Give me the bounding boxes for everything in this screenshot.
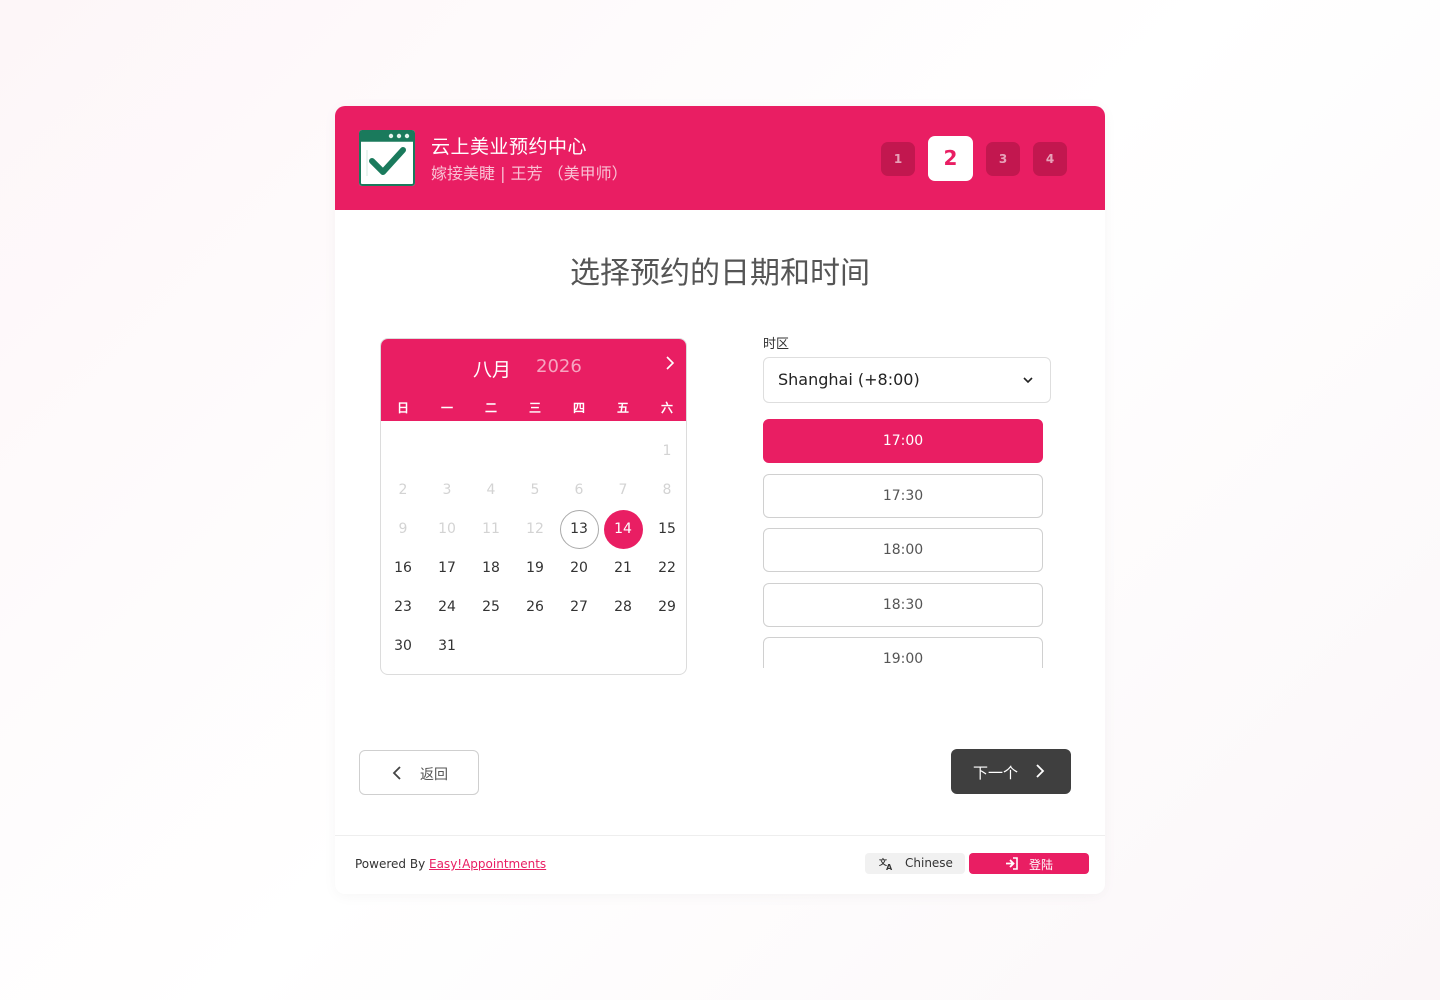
calendar-day[interactable]: 18 <box>472 549 511 588</box>
calendar-day[interactable]: 31 <box>428 627 467 666</box>
booking-header: 云上美业预约中心 嫁接美睫 | 王芳 （美甲师） 1 2 3 4 <box>335 106 1105 210</box>
company-name: 云上美业预约中心 <box>431 136 588 158</box>
timezone-select[interactable]: Shanghai (+8:00) <box>763 357 1051 403</box>
date-picker-calendar: 八月 2026 日一二三四五六 1 2 3 4 5 6 7 8 9 10 11 12 13 14 15 16 1… <box>380 338 687 675</box>
timezone-label: 时区 <box>763 337 790 352</box>
time-slot-list[interactable]: 17:00 17:30 18:00 18:30 19:00 <box>763 419 1043 668</box>
calendar-day[interactable]: 13 <box>559 509 599 549</box>
back-button-label: 返回 <box>420 767 448 783</box>
next-button[interactable]: 下一个 <box>951 749 1071 794</box>
time-slot-button[interactable]: 18:00 <box>763 528 1043 572</box>
next-button-label: 下一个 <box>973 764 1019 782</box>
step-1: 1 <box>881 142 915 176</box>
powered-by-text: Powered By <box>355 857 426 871</box>
powered-by: Powered By Easy!Appointments <box>355 857 546 871</box>
timezone-value: Shanghai (+8:00) <box>778 370 920 389</box>
calendar-day[interactable]: 28 <box>604 588 643 627</box>
chevron-right-icon[interactable] <box>661 353 679 373</box>
calendar-day: 6 <box>574 481 584 498</box>
calendar-day: 11 <box>482 520 500 537</box>
calendar-day[interactable]: 15 <box>648 510 687 549</box>
language-button[interactable]: 文 A Chinese <box>865 853 965 874</box>
calendar-day-selected[interactable]: 14 <box>603 509 643 549</box>
time-slot-button[interactable]: 19:00 <box>763 637 1043 668</box>
weekday-header: 六 <box>660 401 673 415</box>
page-title: 选择预约的日期和时间 <box>570 256 870 291</box>
calendar-day[interactable]: 23 <box>384 588 423 627</box>
weekday-header: 二 <box>484 401 497 415</box>
calendar-day: 9 <box>398 520 408 537</box>
easyappointments-link[interactable]: Easy!Appointments <box>429 857 546 871</box>
sign-in-icon <box>1006 857 1018 870</box>
calendar-day: 12 <box>526 520 544 537</box>
calendar-day: 2 <box>398 481 408 498</box>
back-button[interactable]: 返回 <box>359 750 479 795</box>
calendar-day[interactable]: 29 <box>648 588 687 627</box>
step-4: 4 <box>1033 142 1067 176</box>
calendar-day[interactable]: 22 <box>648 549 687 588</box>
service-provider-line: 嫁接美睫 | 王芳 （美甲师） <box>431 164 628 183</box>
footer-divider <box>335 835 1105 836</box>
login-button[interactable]: 登陆 <box>969 853 1089 874</box>
calendar-day[interactable]: 17 <box>428 549 467 588</box>
calendar-day: 3 <box>442 481 452 498</box>
time-slot-button[interactable]: 17:00 <box>763 419 1043 463</box>
weekday-header: 五 <box>616 401 629 415</box>
calendar-day: 5 <box>530 481 540 498</box>
calendar-day: 4 <box>486 481 496 498</box>
chevron-left-icon <box>392 766 401 780</box>
calendar-day[interactable]: 26 <box>516 588 555 627</box>
weekday-header: 日 <box>396 401 409 415</box>
calendar-day[interactable]: 25 <box>472 588 511 627</box>
calendar-day[interactable]: 16 <box>384 549 423 588</box>
step-2-active: 2 <box>928 136 973 181</box>
calendar-day[interactable]: 30 <box>384 627 423 666</box>
calendar-year: 2026 <box>536 356 582 377</box>
calendar-day[interactable]: 20 <box>560 549 599 588</box>
calendar-day: 8 <box>662 481 672 498</box>
calendar-day: 10 <box>438 520 456 537</box>
calendar-day: 1 <box>662 442 672 459</box>
chevron-down-icon <box>1023 377 1033 384</box>
weekday-header: 三 <box>528 401 541 415</box>
calendar-day: 7 <box>618 481 628 498</box>
weekday-header: 四 <box>572 401 585 415</box>
calendar-day[interactable]: 21 <box>604 549 643 588</box>
calendar-day[interactable]: 19 <box>516 549 555 588</box>
time-slot-button[interactable]: 18:30 <box>763 582 1043 627</box>
svg-text:A: A <box>886 863 893 870</box>
time-slot-button[interactable]: 17:30 <box>763 473 1043 518</box>
calendar-month: 八月 <box>473 359 512 381</box>
step-3: 3 <box>986 142 1020 176</box>
translate-icon: 文 A <box>879 857 893 870</box>
language-label: Chinese <box>905 856 953 870</box>
calendar-day[interactable]: 24 <box>428 588 467 627</box>
calendar-check-icon <box>359 130 415 186</box>
calendar-day[interactable]: 27 <box>560 588 599 627</box>
weekday-header: 一 <box>440 401 453 415</box>
chevron-right-icon <box>1036 764 1045 778</box>
calendar-header: 八月 2026 日 一 二 三 四 五 六 <box>381 339 686 421</box>
booking-card: 云上美业预约中心 嫁接美睫 | 王芳 （美甲师） 1 2 3 4 选择预约的日期… <box>335 106 1105 894</box>
login-label: 登陆 <box>1029 858 1054 872</box>
